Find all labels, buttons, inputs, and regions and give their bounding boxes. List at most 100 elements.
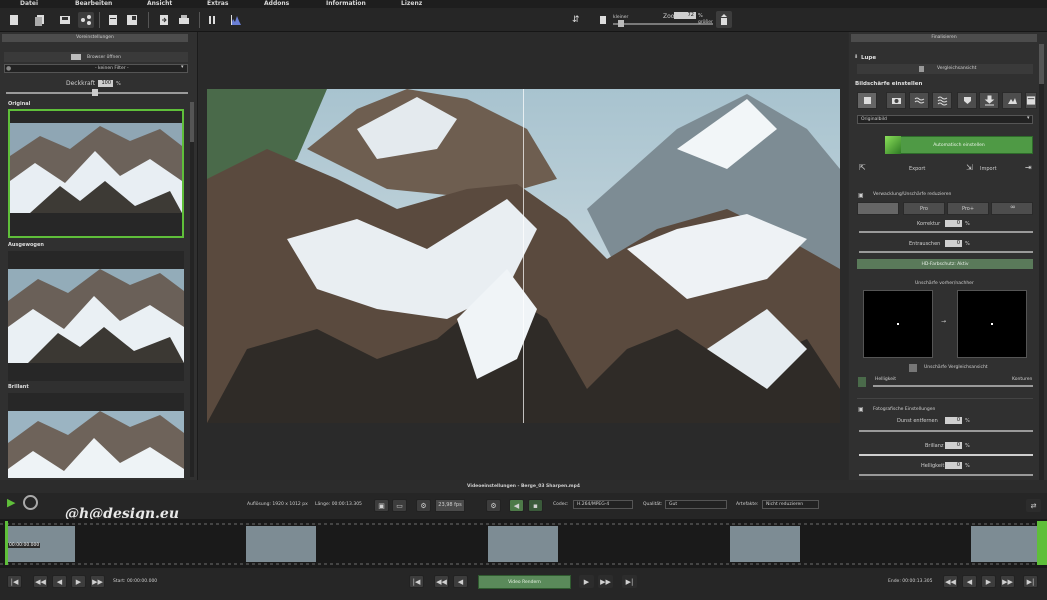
prev-fast-icon[interactable]: ◀◀ — [434, 575, 449, 588]
timeline-end-marker[interactable] — [1037, 521, 1047, 565]
end-step-back-icon[interactable]: ◀ — [962, 575, 977, 588]
go-end-icon[interactable]: ▶| — [1023, 575, 1038, 588]
end-step-forward-icon[interactable]: ▶ — [981, 575, 996, 588]
preset-ausgewogen[interactable] — [8, 251, 184, 381]
entrauschen-slider[interactable] — [859, 251, 1033, 253]
menu-datei[interactable]: Datei — [20, 0, 38, 7]
browser-open-button[interactable]: Browser öffnen — [4, 52, 188, 62]
prev-icon[interactable]: ◀ — [453, 575, 468, 588]
hd-protection-button[interactable]: HD-Farbschutz: Aktiv — [857, 259, 1033, 269]
blur-mode-pro-plus[interactable]: Pro+ — [947, 202, 989, 215]
menu-addons[interactable]: Addons — [264, 0, 289, 7]
compare-view-button[interactable]: Vergleichsansicht — [857, 64, 1033, 74]
blur-mode-photo[interactable] — [857, 202, 899, 215]
korrektur-input[interactable]: 0 — [945, 220, 962, 227]
compare-toggle-icon[interactable]: ⇵ — [572, 15, 580, 25]
sharpen-mode-2-icon[interactable] — [886, 92, 906, 109]
codec-select[interactable]: H.264/MPEG-4 — [573, 500, 633, 509]
artifacts-select[interactable]: Nicht reduzieren — [762, 500, 819, 509]
mute-icon[interactable]: ▪ — [528, 499, 543, 512]
zoom-slider-thumb[interactable] — [618, 20, 624, 27]
screen-full-icon[interactable]: ▣ — [374, 499, 389, 512]
brillanz-input[interactable]: 0 — [945, 442, 962, 449]
lupe-expand-icon[interactable]: ⬇ — [854, 54, 858, 60]
play-forward-icon[interactable]: ▶ — [579, 575, 594, 588]
zoom-out-icon[interactable] — [598, 14, 608, 26]
compare-split-line[interactable] — [523, 89, 524, 423]
info-icon[interactable] — [858, 377, 866, 387]
sharpen-waves-icon[interactable] — [932, 92, 952, 109]
entrauschen-input[interactable]: 0 — [945, 240, 962, 247]
menu-bearbeiten[interactable]: Bearbeiten — [75, 0, 112, 7]
timeline-filmstrip[interactable]: 00:00:00.000 — [0, 519, 1047, 568]
menu-information[interactable]: Information — [326, 0, 366, 7]
sharpen-mode-1-icon[interactable] — [857, 92, 877, 109]
step-forward-icon[interactable]: ▶ — [71, 575, 86, 588]
blur-mode-pro[interactable]: Pro — [903, 202, 945, 215]
new-file-icon[interactable] — [6, 12, 22, 28]
go-first-icon[interactable]: |◀ — [409, 575, 424, 588]
layout-icon[interactable] — [124, 12, 140, 28]
fps-value[interactable]: 23,98 fps — [435, 499, 465, 512]
compare-checkbox[interactable] — [919, 66, 924, 72]
quality-select[interactable]: Gut — [665, 500, 727, 509]
menu-ansicht[interactable]: Ansicht — [147, 0, 172, 7]
export-icon[interactable] — [156, 12, 172, 28]
auto-adjust-button[interactable]: Automatisch einstellen — [885, 136, 1033, 154]
menu-lizenz[interactable]: Lizenz — [401, 0, 422, 7]
blur-compare-checkbox[interactable] — [909, 364, 917, 372]
presets-scrollbar[interactable] — [190, 102, 194, 477]
dunst-input[interactable]: 0 — [945, 417, 962, 424]
print-icon[interactable] — [176, 12, 192, 28]
brillanz-slider[interactable] — [859, 454, 1033, 456]
menu-extras[interactable]: Extras — [207, 0, 228, 7]
reset-icon[interactable]: ⇥ — [1025, 163, 1032, 172]
share-icon[interactable] — [78, 12, 94, 28]
fps-settings-icon[interactable]: ⚙ — [416, 499, 431, 512]
preset-original[interactable] — [8, 109, 184, 238]
sharpen-wave-icon[interactable] — [909, 92, 929, 109]
histogram-icon[interactable] — [228, 12, 244, 28]
opacity-slider-thumb[interactable] — [92, 89, 98, 96]
fast-forward-icon[interactable]: ▶▶ — [90, 575, 105, 588]
export-icon[interactable]: ⇱ — [859, 163, 866, 172]
korrektur-slider[interactable] — [859, 231, 1033, 233]
end-fast-forward-icon[interactable]: ▶▶ — [1000, 575, 1015, 588]
crop-icon[interactable] — [105, 12, 121, 28]
import-label[interactable]: Import — [980, 166, 997, 172]
audio-settings-icon[interactable]: ⚙ — [486, 499, 501, 512]
save-icon[interactable] — [57, 12, 73, 28]
next-fast-icon[interactable]: ▶▶ — [598, 575, 613, 588]
sharpen-panel-icon[interactable] — [1025, 92, 1037, 109]
image-canvas[interactable] — [199, 32, 848, 480]
step-back-icon[interactable]: ◀ — [52, 575, 67, 588]
pause-icon[interactable] — [204, 12, 220, 28]
zoom-input[interactable]: 72 — [674, 12, 696, 19]
swap-icon[interactable]: ⇄ — [1026, 499, 1041, 512]
open-file-icon[interactable] — [32, 12, 48, 28]
screen-window-icon[interactable]: ▭ — [392, 499, 407, 512]
speaker-icon[interactable]: ◀ — [509, 499, 524, 512]
filter-select[interactable]: - keinen Filter - — [4, 64, 188, 73]
helligkeit-input[interactable]: 0 — [945, 462, 962, 469]
go-last-icon[interactable]: ▶| — [622, 575, 637, 588]
lupe-label[interactable]: Lupe — [861, 55, 876, 61]
preset-brillant[interactable] — [8, 393, 184, 478]
sharpen-mountain-icon[interactable] — [1002, 92, 1022, 109]
rewind-icon[interactable]: ◀◀ — [33, 575, 48, 588]
render-video-button[interactable]: Video Rendern — [478, 575, 571, 589]
play-icon[interactable]: ▶ — [7, 496, 15, 509]
end-rewind-icon[interactable]: ◀◀ — [943, 575, 958, 588]
zoom-in-icon[interactable] — [716, 11, 732, 28]
finalize-scrollbar[interactable] — [1039, 44, 1044, 484]
preview-icon[interactable] — [23, 495, 38, 510]
import-icon[interactable]: ⇲ — [966, 163, 973, 172]
sharpen-shield-icon[interactable] — [957, 92, 977, 109]
helligkeit-slider[interactable] — [859, 474, 1033, 476]
brightness-contour-slider[interactable] — [873, 385, 1033, 387]
source-select[interactable]: Originalbild — [857, 115, 1033, 124]
sharpen-download-icon[interactable] — [979, 92, 999, 109]
dunst-slider[interactable] — [859, 430, 1033, 432]
opacity-input[interactable]: 100 — [98, 80, 113, 87]
export-label[interactable]: Export — [909, 166, 925, 172]
